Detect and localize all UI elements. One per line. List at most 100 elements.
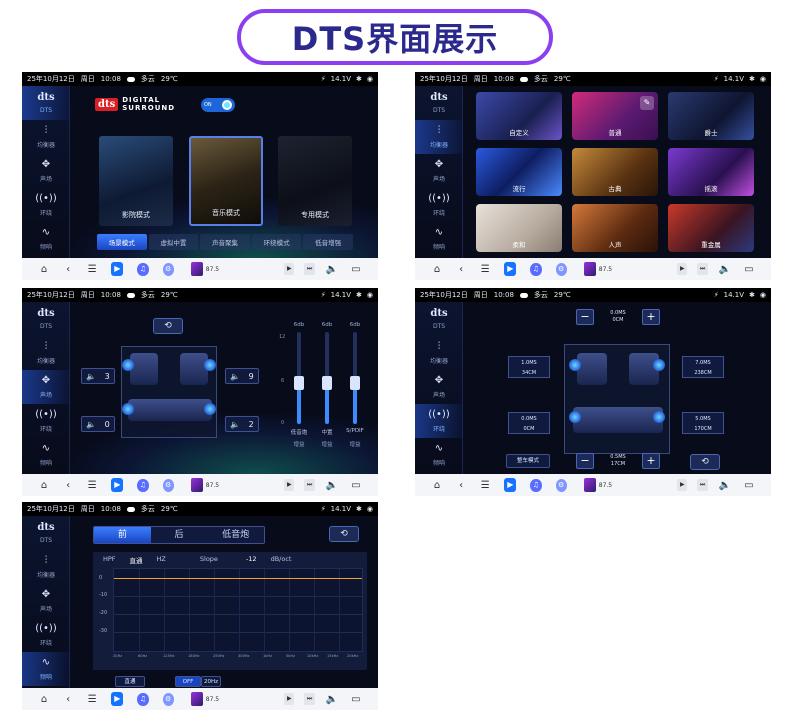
menu-icon[interactable]: ☰ [473,480,497,491]
delay-front-left[interactable]: 1.0MS 34CM [508,356,550,378]
edit-icon[interactable]: ✎ [640,96,654,110]
mode-card-music[interactable]: 音乐模式 [189,136,263,226]
slider-thumb[interactable] [322,375,332,390]
bypass-button[interactable]: 直通 [115,676,145,687]
music-app-icon[interactable]: ♫ [530,478,542,492]
back-icon[interactable]: ‹ [449,480,473,491]
music-app-icon[interactable]: ♫ [137,478,149,492]
sidebar-item-surround[interactable]: ((•)) 环绕 [22,618,70,652]
next-icon[interactable]: ⏭ [304,479,315,491]
back-icon[interactable]: ‹ [56,264,80,275]
play-small-icon[interactable]: ▶ [284,479,295,491]
sidebar-item-soundfield[interactable]: ✥ 声场 [22,154,70,188]
tab-surround-mode[interactable]: 环绕模式 [251,234,302,250]
music-app-icon[interactable]: ♫ [530,262,542,276]
screen-icon[interactable]: ▭ [344,264,368,275]
tab-rear[interactable]: 后 [150,527,208,543]
reset-button[interactable]: ⟲ [153,318,183,334]
tab-subwoofer[interactable]: 低音炮 [207,527,264,543]
play-icon[interactable]: ▶ [111,478,124,492]
mode-card-special[interactable]: 专用模式 [278,136,352,226]
preset-tile-custom[interactable]: 自定义 [476,92,562,140]
increase-button[interactable]: + [641,309,660,325]
delay-rear-right[interactable]: 5.0MS 170CM [682,412,724,434]
sidebar-item-frequency[interactable]: ∿ 频响 [22,652,70,686]
sidebar-item-equalizer[interactable]: ⫶ 均衡器 [22,120,70,154]
album-art-icon[interactable] [190,692,203,706]
mode-card-cinema[interactable]: 影院模式 [99,136,173,226]
slider-subwoofer[interactable]: 6db 低音炮 增益 [287,322,311,452]
volume-rear-left[interactable]: 🔈 0 [81,416,115,432]
next-icon[interactable]: ⏭ [304,693,315,705]
decrease-button[interactable]: − [576,453,594,469]
back-icon[interactable]: ‹ [56,480,80,491]
play-icon[interactable]: ▶ [111,692,124,706]
slider-thumb[interactable] [294,375,304,390]
filter-off-button[interactable]: OFF [175,676,201,687]
full-car-mode-button[interactable]: 整车模式 [506,454,550,468]
sidebar-item-equalizer[interactable]: ⫶ 均衡器 [22,336,70,370]
slider-track[interactable] [294,332,304,424]
volume-icon[interactable]: 🔈 [320,480,344,491]
back-icon[interactable]: ‹ [449,264,473,275]
album-art-icon[interactable] [190,262,203,276]
sidebar-item-soundfield[interactable]: ✥ 声场 [22,584,70,618]
home-icon[interactable]: ⌂ [425,264,449,275]
delay-front-right[interactable]: 7.0MS 238CM [682,356,724,378]
music-app-icon[interactable]: ♫ [137,692,149,706]
menu-icon[interactable]: ☰ [80,264,104,275]
reset-button[interactable]: ⟲ [690,454,720,470]
frequency-plot[interactable] [113,568,363,652]
filter-frequency-button[interactable]: 20Hz [201,676,221,687]
sidebar-item-frequency[interactable]: ∿ 频响 [415,222,463,256]
volume-front-left[interactable]: 🔈 3 [81,368,115,384]
sidebar-item-soundfield[interactable]: ✥ 声场 [22,370,70,404]
home-icon[interactable]: ⌂ [425,480,449,491]
sidebar-item-soundfield[interactable]: ✥ 声场 [415,154,463,188]
reset-button[interactable]: ⟲ [329,526,359,542]
sidebar-item-surround[interactable]: ((•)) 环绕 [22,188,70,222]
volume-rear-right[interactable]: 🔈 2 [225,416,259,432]
play-small-icon[interactable]: ▶ [677,263,688,275]
preset-tile-pop[interactable]: 流行 [476,148,562,196]
decrease-button[interactable]: − [576,309,594,325]
sidebar-item-dts[interactable]: dts DTS [22,302,70,336]
play-small-icon[interactable]: ▶ [677,479,688,491]
sidebar-item-equalizer[interactable]: ⫶ 均衡器 [415,336,463,370]
music-app-icon[interactable]: ♫ [137,262,149,276]
volume-icon[interactable]: 🔈 [713,480,737,491]
play-icon[interactable]: ▶ [504,478,517,492]
dts-toggle[interactable]: ON [201,98,235,112]
album-art-icon[interactable] [583,262,596,276]
slider-thumb[interactable] [350,375,360,390]
screen-icon[interactable]: ▭ [737,480,761,491]
volume-icon[interactable]: 🔈 [320,264,344,275]
preset-tile-normal[interactable]: ✎ 普通 [572,92,658,140]
sidebar-item-dts[interactable]: dts DTS [415,86,463,120]
preset-tile-classical[interactable]: 古典 [572,148,658,196]
sidebar-item-soundfield[interactable]: ✥ 声场 [415,370,463,404]
sidebar-item-dts[interactable]: dts DTS [22,516,70,550]
home-icon[interactable]: ⌂ [32,264,56,275]
preset-tile-vocal[interactable]: 人声 [572,204,658,252]
menu-icon[interactable]: ☰ [473,264,497,275]
next-icon[interactable]: ⏭ [697,263,708,275]
play-icon[interactable]: ▶ [504,262,517,276]
screen-icon[interactable]: ▭ [737,264,761,275]
settings-app-icon[interactable]: ⚙ [162,478,174,492]
slider-track[interactable] [322,332,332,424]
preset-tile-jazz[interactable]: 爵士 [668,92,754,140]
tab-virtual-center[interactable]: 虚拟中置 [148,234,199,250]
home-icon[interactable]: ⌂ [32,694,56,705]
sidebar-item-surround[interactable]: ((•)) 环绕 [22,404,70,438]
settings-app-icon[interactable]: ⚙ [162,692,174,706]
tab-sound-focus[interactable]: 声音聚集 [200,234,250,250]
album-art-icon[interactable] [190,478,203,492]
sidebar-item-dts[interactable]: dts DTS [22,86,70,120]
settings-app-icon[interactable]: ⚙ [555,262,567,276]
menu-icon[interactable]: ☰ [80,480,104,491]
slider-center[interactable]: 6db 中置 增益 [315,322,339,452]
sidebar-item-surround[interactable]: ((•)) 环绕 [415,404,463,438]
play-icon[interactable]: ▶ [111,262,124,276]
volume-icon[interactable]: 🔈 [320,694,344,705]
